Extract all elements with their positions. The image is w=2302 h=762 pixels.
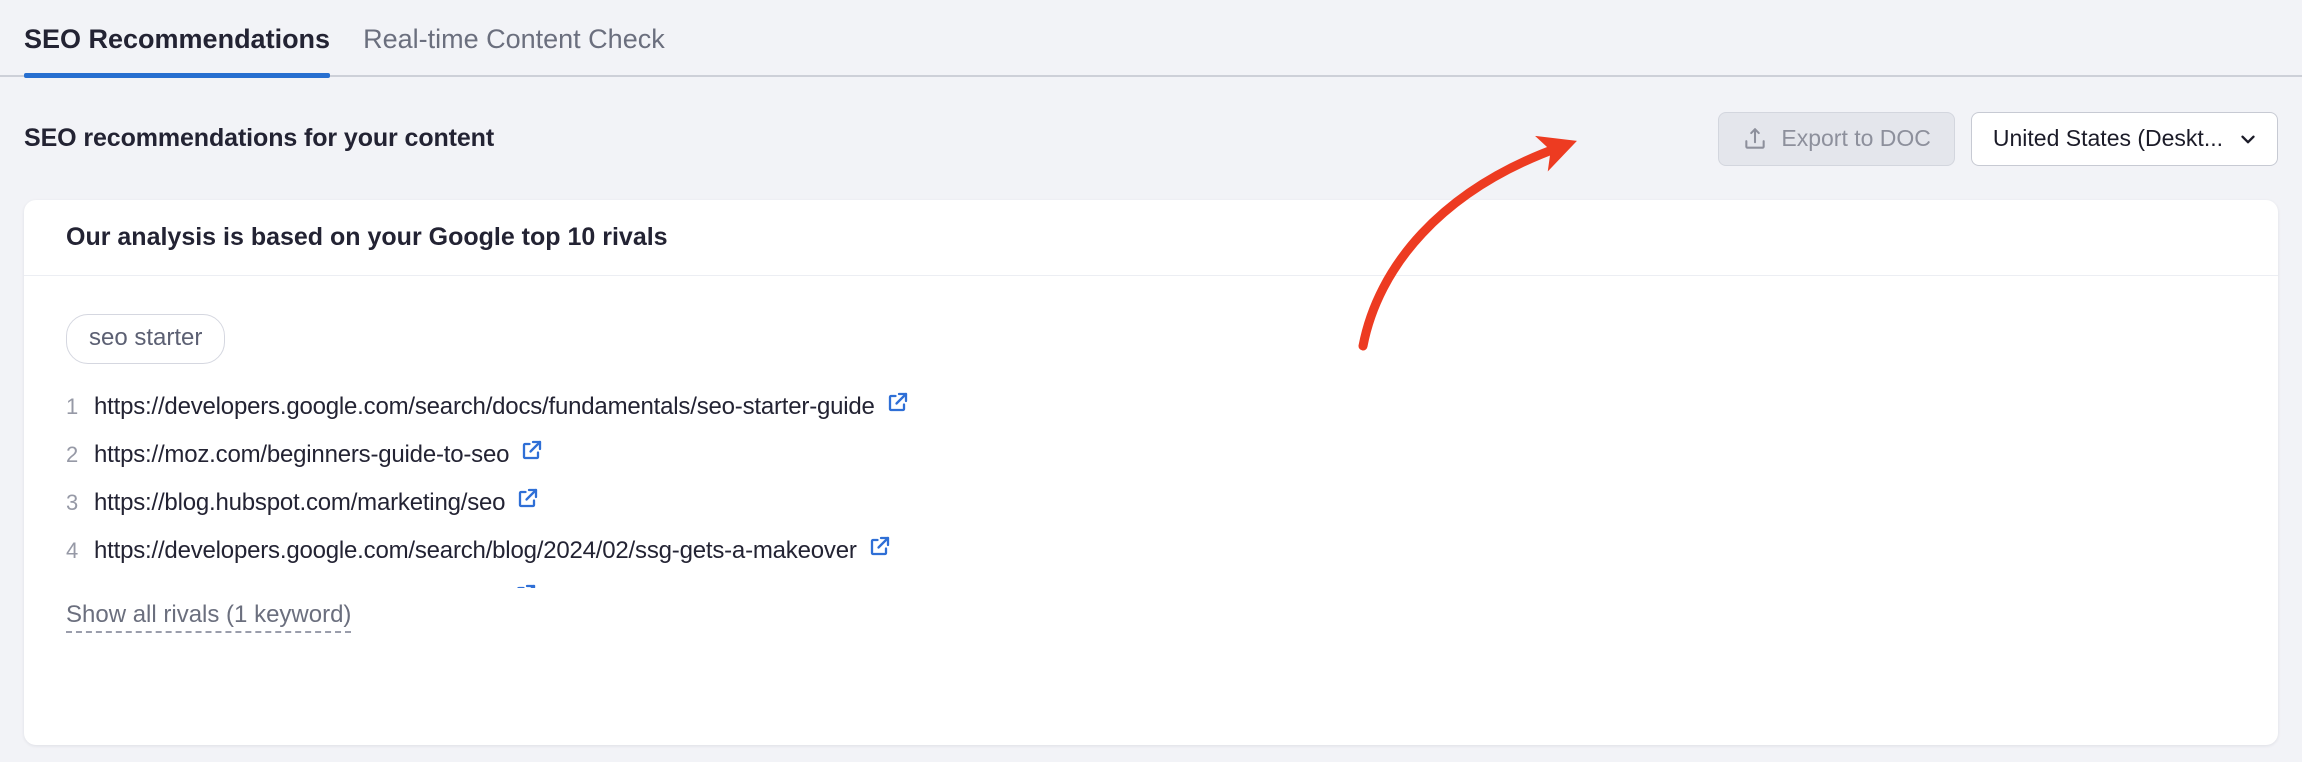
rivals-card-body: seo starter 1 https://developers.google.… bbox=[24, 276, 2278, 634]
list-item-url: https://developers.google.com/search/blo… bbox=[94, 537, 857, 564]
external-link-icon[interactable] bbox=[516, 486, 540, 515]
rival-url-list: 1 https://developers.google.com/search/d… bbox=[66, 390, 2236, 588]
external-link-icon[interactable] bbox=[868, 534, 892, 563]
show-all-rivals-link[interactable]: Show all rivals (1 keyword) bbox=[66, 601, 352, 634]
chevron-down-icon bbox=[2237, 128, 2259, 150]
list-item[interactable]: 2 https://moz.com/beginners-guide-to-seo bbox=[66, 438, 2236, 471]
rivals-card-title: Our analysis is based on your Google top… bbox=[66, 223, 668, 251]
list-item[interactable]: 1 https://developers.google.com/search/d… bbox=[66, 390, 2236, 423]
external-link-icon[interactable] bbox=[520, 438, 544, 467]
tab-bar: SEO Recommendations Real-time Content Ch… bbox=[0, 0, 2302, 78]
list-item-url: https://backlinko.com/google-seo-guide bbox=[94, 585, 503, 588]
rivals-card-header: Our analysis is based on your Google top… bbox=[24, 200, 2278, 276]
list-item[interactable]: 5 https://backlinko.com/google-seo-guide bbox=[66, 582, 2236, 588]
country-device-value: United States (Deskt... bbox=[1992, 125, 2223, 151]
external-link-icon[interactable] bbox=[514, 582, 538, 588]
list-item-index: 4 bbox=[66, 538, 79, 563]
export-to-doc-label: Export to DOC bbox=[1781, 125, 1931, 151]
list-item-url: https://moz.com/beginners-guide-to-seo bbox=[94, 441, 510, 468]
country-device-select[interactable]: United States (Deskt... bbox=[1970, 111, 2278, 166]
list-item-url: https://developers.google.com/search/doc… bbox=[94, 393, 875, 420]
list-item-index: 2 bbox=[66, 442, 79, 467]
list-item-index: 5 bbox=[66, 586, 94, 588]
section-header: SEO recommendations for your content Exp… bbox=[0, 77, 2302, 200]
list-item-index: 3 bbox=[66, 490, 79, 515]
tab-seo-recommendations[interactable]: SEO Recommendations bbox=[24, 0, 331, 78]
page-title: SEO recommendations for your content bbox=[24, 124, 495, 152]
rivals-card: Our analysis is based on your Google top… bbox=[24, 200, 2278, 745]
external-link-icon[interactable] bbox=[886, 390, 910, 419]
upload-icon bbox=[1742, 126, 1768, 152]
list-item-index: 1 bbox=[66, 394, 79, 419]
header-actions: Export to DOC United States (Deskt... bbox=[1718, 111, 2278, 166]
list-item-url: https://blog.hubspot.com/marketing/seo bbox=[94, 489, 506, 516]
tab-real-time-content-check[interactable]: Real-time Content Check bbox=[363, 0, 665, 76]
list-item[interactable]: 4 https://developers.google.com/search/b… bbox=[66, 534, 2236, 567]
list-item[interactable]: 3 https://blog.hubspot.com/marketing/seo bbox=[66, 486, 2236, 519]
keyword-chip[interactable]: seo starter bbox=[66, 314, 226, 364]
export-to-doc-button[interactable]: Export to DOC bbox=[1718, 111, 1955, 166]
